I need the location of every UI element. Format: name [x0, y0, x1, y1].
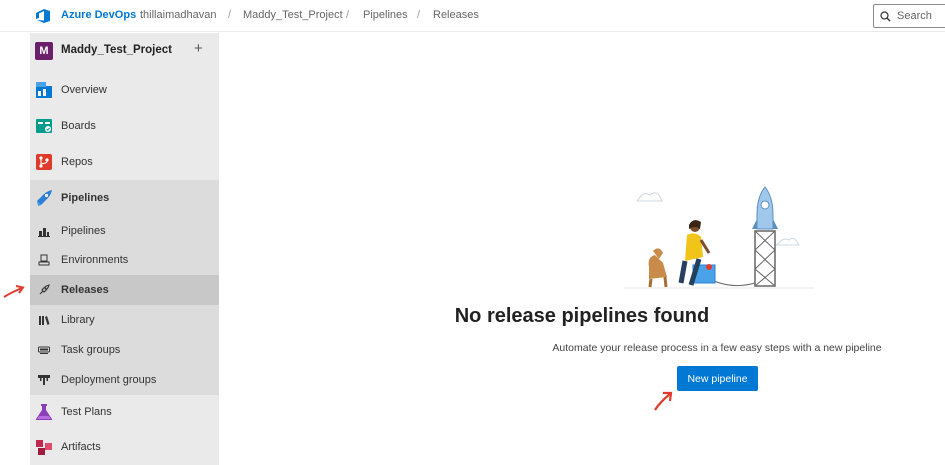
breadcrumb-pipelines[interactable]: Pipelines	[363, 9, 408, 21]
add-icon[interactable]: +	[194, 40, 203, 57]
releases-icon	[39, 284, 50, 295]
sidebar-subitem-pipelines[interactable]: Pipelines	[30, 216, 219, 246]
top-bar: Azure DevOps thillaimadhavan / Maddy_Tes…	[0, 0, 945, 32]
sidebar-item-label: Task groups	[61, 344, 121, 356]
project-header[interactable]: M Maddy_Test_Project +	[30, 33, 219, 69]
artifacts-icon	[36, 440, 52, 455]
test-plans-icon	[35, 404, 53, 420]
task-groups-icon	[38, 346, 50, 354]
sidebar-item-pipelines[interactable]: Pipelines	[30, 180, 219, 216]
search-placeholder: Search	[897, 10, 932, 22]
sidebar-item-repos[interactable]: Repos	[30, 144, 219, 180]
deployment-groups-icon	[38, 375, 50, 385]
sidebar-item-label: Environments	[61, 254, 129, 266]
breadcrumb-separator: /	[417, 9, 421, 21]
environments-icon	[38, 254, 50, 266]
boards-icon	[36, 119, 52, 133]
search-icon	[880, 10, 891, 21]
sidebar-subitem-releases[interactable]: Releases	[30, 275, 219, 305]
breadcrumb-organization[interactable]: thillaimadhavan	[140, 9, 216, 21]
breadcrumb-project[interactable]: Maddy_Test_Project	[243, 9, 343, 21]
empty-state-title: No release pipelines found	[454, 305, 710, 327]
brand-link[interactable]: Azure DevOps	[61, 9, 136, 21]
sidebar-item-label: Artifacts	[61, 441, 101, 453]
annotation-arrow-icon	[654, 391, 673, 411]
sidebar-subitem-library[interactable]: Library	[30, 305, 219, 335]
azure-devops-logo-icon[interactable]	[35, 8, 51, 24]
sidebar-item-overview[interactable]: Overview	[30, 72, 219, 108]
sidebar-item-label: Overview	[61, 84, 107, 96]
pipelines-sub-icon	[38, 228, 50, 237]
empty-state-illustration	[624, 186, 814, 289]
new-pipeline-button[interactable]: New pipeline	[677, 366, 758, 391]
sidebar-item-label: Boards	[61, 120, 96, 132]
pipelines-icon	[37, 190, 52, 206]
sidebar-item-artifacts[interactable]: Artifacts	[30, 429, 219, 465]
breadcrumb-separator: /	[228, 9, 232, 21]
sidebar-item-label: Releases	[61, 284, 109, 296]
sidebar-item-boards[interactable]: Boards	[30, 108, 219, 144]
breadcrumb-releases[interactable]: Releases	[433, 9, 479, 21]
sidebar-subitem-deployment-groups[interactable]: Deployment groups	[30, 365, 219, 395]
project-name: Maddy_Test_Project	[61, 44, 172, 56]
sidebar-item-label: Pipelines	[61, 192, 110, 204]
sidebar-item-label: Deployment groups	[61, 374, 157, 386]
search-box[interactable]: Search	[873, 4, 945, 28]
sidebar-item-label: Test Plans	[61, 406, 112, 418]
sidebar-item-label: Repos	[61, 156, 93, 168]
sidebar-item-test-plans[interactable]: Test Plans	[30, 394, 219, 430]
breadcrumb-separator: /	[346, 9, 350, 21]
sidebar: M Maddy_Test_Project + Overview Boards R…	[30, 33, 219, 465]
project-avatar: M	[35, 42, 53, 60]
overview-icon	[36, 82, 52, 98]
library-icon	[39, 316, 50, 325]
sidebar-item-label: Pipelines	[61, 225, 106, 237]
repos-icon	[36, 154, 52, 170]
sidebar-subitem-task-groups[interactable]: Task groups	[30, 335, 219, 365]
sidebar-item-label: Library	[61, 314, 95, 326]
sidebar-subitem-environments[interactable]: Environments	[30, 245, 219, 275]
empty-state-description: Automate your release process in a few e…	[552, 342, 882, 354]
annotation-arrow-icon	[3, 285, 25, 298]
